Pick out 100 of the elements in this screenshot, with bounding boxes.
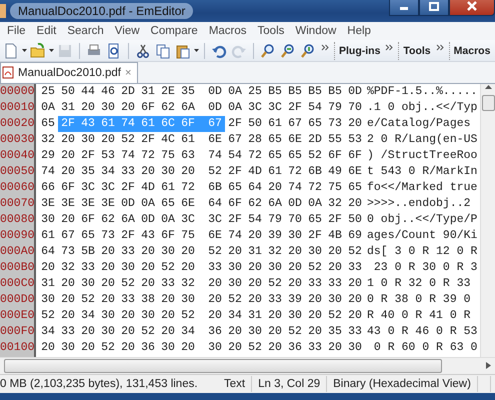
hex-byte: 2F [227, 116, 243, 132]
hex-byte: 20 [100, 260, 116, 276]
horizontal-scrollbar[interactable] [0, 356, 495, 374]
scrollbar-thumb[interactable] [4, 358, 442, 373]
hex-byte: 3E [60, 196, 76, 212]
hex-byte: 20 [60, 292, 76, 308]
menu-item[interactable]: Search [62, 25, 109, 38]
vertical-scrollbar[interactable] [480, 84, 495, 357]
ascii-text: ages/Count 90/Ki [367, 228, 478, 244]
hex-byte: 32 [60, 260, 76, 276]
hex-byte: 52 [227, 292, 243, 308]
chevron-icon[interactable] [321, 44, 329, 52]
hex-byte: 2D [307, 132, 323, 148]
chevron-icon[interactable] [385, 44, 394, 52]
hex-byte: 20 [227, 324, 243, 340]
hex-byte: 30 [227, 260, 243, 276]
ascii-text: ) /StructTreeRoo [367, 148, 478, 164]
hex-byte: 20 [247, 228, 263, 244]
document-tab[interactable]: ManualDoc2010.pdf × [0, 62, 138, 83]
hex-byte: 6F [140, 100, 156, 116]
hex-byte: 34 [227, 308, 243, 324]
minimize-button[interactable] [389, 0, 419, 16]
ascii-text: >>>>..endobj..2 [367, 196, 472, 212]
hex-byte: 54 [247, 212, 263, 228]
hex-byte: 61 [267, 116, 283, 132]
hex-byte: 36 [207, 324, 223, 340]
row-address: 00000 [0, 84, 34, 100]
hex-byte: 6F [347, 148, 363, 164]
menu-item[interactable]: Compare [146, 25, 203, 38]
search-next-icon [280, 42, 296, 59]
close-button[interactable] [449, 0, 495, 16]
row-address: 00010 [0, 100, 34, 116]
hex-byte: 2F [287, 100, 303, 116]
hex-byte: 6B [207, 180, 223, 196]
toolbar-menu[interactable]: Plug-ins [334, 42, 382, 60]
search-previous-icon [300, 42, 316, 59]
hex-byte: 20 [347, 276, 363, 292]
menu-item[interactable]: Macros [204, 25, 252, 38]
hex-byte: 64 [247, 180, 263, 196]
row-address: 00080 [0, 212, 34, 228]
hex-byte: 30 [247, 324, 263, 340]
hex-byte: 0A [227, 100, 243, 116]
hex-byte: 20 [227, 340, 243, 356]
menu-item[interactable]: File [2, 25, 31, 38]
menu-item[interactable]: Help [342, 25, 376, 38]
hex-byte: 20 [140, 164, 156, 180]
menu-item[interactable]: Tools [252, 25, 290, 38]
ascii-text: 0 obj..<</Type/P [367, 212, 478, 228]
hex-byte: 20 [327, 340, 343, 356]
toolbar-menu[interactable]: Tools [398, 42, 433, 60]
hex-byte: 30 [160, 340, 176, 356]
ascii-text: 23 0 R 30 0 R 3 [372, 260, 478, 276]
toolbar-menu[interactable]: Macros [448, 42, 492, 60]
row-address: 000E0 [0, 308, 34, 324]
hex-byte: 38 [140, 292, 156, 308]
hex-byte: 20 [100, 292, 116, 308]
hex-byte: 53 [100, 148, 116, 164]
copy-icon [155, 42, 171, 59]
hex-byte: 2F [120, 228, 136, 244]
hex-byte: 52 [140, 324, 156, 340]
hex-byte: 0A [140, 196, 156, 212]
hex-byte: 72 [287, 164, 303, 180]
floppy-icon [57, 42, 73, 59]
hex-byte: 52 [327, 308, 343, 324]
ascii-text: .1 0 obj..<</Typ [367, 100, 478, 116]
hex-byte: 34 [180, 324, 196, 340]
chevron-icon[interactable] [436, 44, 444, 52]
hex-byte: 31 [40, 276, 56, 292]
hex-byte: 20 [60, 164, 76, 180]
hex-byte: 74 [40, 164, 56, 180]
scroll-right-icon[interactable] [486, 362, 491, 370]
hex-byte: 64 [40, 244, 56, 260]
hex-byte: 73 [60, 244, 76, 260]
tab-close-button[interactable]: × [124, 66, 132, 79]
scrollbar-thumb[interactable] [482, 94, 494, 111]
hex-byte: 36 [140, 340, 156, 356]
hex-byte: 25 [40, 84, 56, 100]
hex-byte: 6F [178, 116, 205, 132]
maximize-button[interactable] [419, 0, 449, 16]
hex-byte: 20 [180, 244, 196, 260]
menu-item[interactable]: Window [290, 25, 342, 38]
hex-byte: 0A [227, 84, 243, 100]
hex-byte: 79 [327, 100, 343, 116]
hex-byte: 20 [60, 212, 76, 228]
hex-byte: 2F [307, 228, 323, 244]
row-address: 00070 [0, 196, 34, 212]
hex-byte: 30 [287, 308, 303, 324]
hex-byte: 30 [100, 100, 116, 116]
menu-item[interactable]: View [110, 25, 145, 38]
hex-byte: 65 [287, 148, 303, 164]
hex-byte: 52 [207, 164, 223, 180]
hex-byte: 46 [100, 84, 116, 100]
hex-byte: 39 [267, 228, 283, 244]
hex-byte: 2F [120, 180, 136, 196]
hex-byte: 33 [120, 244, 136, 260]
hex-byte: 54 [227, 148, 243, 164]
hex-byte: 52 [160, 260, 176, 276]
hex-byte: 61 [180, 132, 196, 148]
hex-byte: 70 [347, 100, 363, 116]
menu-item[interactable]: Edit [32, 25, 62, 38]
